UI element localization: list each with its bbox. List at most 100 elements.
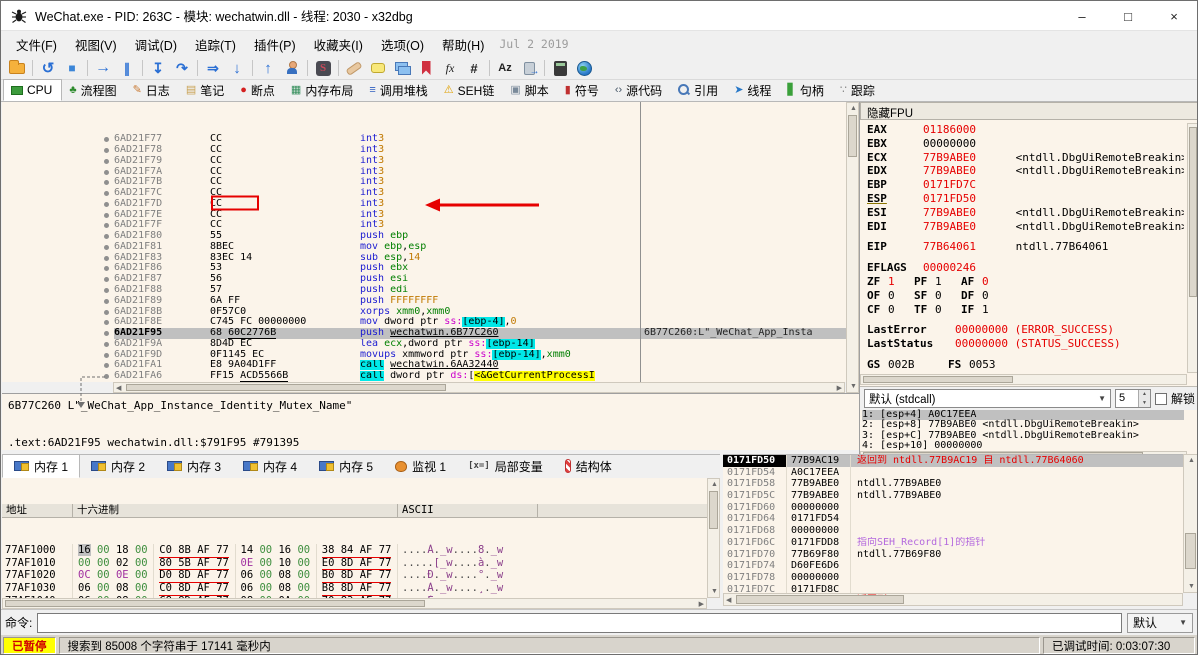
- run-icon[interactable]: →: [91, 58, 115, 79]
- comments-icon[interactable]: [366, 58, 390, 79]
- run-to-user-code-icon[interactable]: ↑: [256, 58, 280, 79]
- flag-GS[interactable]: GS 002B: [867, 358, 936, 372]
- memory-dump-pane[interactable]: 地址 十六进制 ASCII 77AF1000 16 00 18 00 C0 8B A…: [2, 478, 707, 601]
- flag-SF[interactable]: SF 0: [914, 289, 949, 303]
- register-row[interactable]: ESI 77B9ABE0 <ntdll.DbgUiRemoteBreakin>: [867, 206, 1184, 220]
- internet-icon[interactable]: [572, 58, 596, 79]
- flag-IF[interactable]: IF 1: [961, 303, 996, 317]
- registers-hscrollbar[interactable]: [860, 374, 1187, 385]
- dump-row[interactable]: 77AF1030 06 00 08 00 C0 8D AF 77 06 00 08 0…: [2, 582, 707, 597]
- flag-AF[interactable]: AF 0: [961, 275, 996, 289]
- tab-内存布局[interactable]: ▦ 内存布局: [284, 79, 362, 101]
- tab-内存 5[interactable]: 内存 5: [308, 454, 384, 478]
- tab-断点[interactable]: ● 断点: [233, 79, 284, 101]
- register-row[interactable]: EIP 77B64061 ntdll.77B64061: [867, 240, 1184, 254]
- disasm-vscrollbar[interactable]: ▲ ▼: [846, 102, 859, 393]
- labels-icon[interactable]: [390, 58, 414, 79]
- registers-vscrollbar[interactable]: [1187, 123, 1197, 373]
- tab-内存 2[interactable]: 内存 2: [80, 454, 156, 478]
- stop-icon[interactable]: ■: [60, 58, 84, 79]
- tab-脚本[interactable]: ▣ 脚本: [503, 79, 557, 101]
- tab-符号[interactable]: ▮ 符号: [558, 79, 608, 101]
- stack-row[interactable]: 0171FD74 D60FE6D6: [723, 560, 1183, 572]
- stack-row[interactable]: 0171FD54 A0C17EEA: [723, 466, 1183, 479]
- disasm-row[interactable]: 6AD21F79 CC int3: [2, 155, 846, 167]
- register-row[interactable]: ESP 0171FD50: [867, 192, 1184, 206]
- stack-row[interactable]: 0171FD68 00000000: [723, 525, 1183, 537]
- argument-row[interactable]: 2: [esp+8] 77B9ABE0 <ntdll.DbgUiRemoteBr…: [862, 419, 1184, 430]
- tab-内存 3[interactable]: 内存 3: [156, 454, 232, 478]
- stack-row[interactable]: 0171FD70 77B69F80 ntdll.77B69F80: [723, 548, 1183, 561]
- close-button[interactable]: ×: [1151, 1, 1197, 31]
- register-row[interactable]: EAX 01186000: [867, 123, 1184, 137]
- open-file-icon[interactable]: [5, 58, 29, 79]
- menu-item-4[interactable]: 插件(P): [245, 31, 305, 58]
- register-row[interactable]: EDI 77B9ABE0 <ntdll.DbgUiRemoteBreakin>: [867, 220, 1184, 234]
- restart-icon[interactable]: ↺: [36, 58, 60, 79]
- register-row[interactable]: EBP 0171FD7C: [867, 178, 1184, 192]
- stack-row[interactable]: 0171FD5C 77B9ABE0 ntdll.77B9ABE0: [723, 490, 1183, 502]
- tab-流程图[interactable]: ♣ 流程图: [62, 79, 125, 101]
- flag-PF[interactable]: PF 1: [914, 275, 949, 289]
- register-row[interactable]: ZF 1 PF 1 AF 0: [867, 275, 1184, 289]
- tab-日志[interactable]: ✎ 日志: [126, 79, 179, 101]
- tab-SEH链[interactable]: ⚠ SEH链: [437, 79, 504, 101]
- dump-vscrollbar[interactable]: ▲ ▼: [707, 478, 720, 598]
- disasm-hscrollbar[interactable]: ◀ ▶: [113, 382, 845, 393]
- step-into-user-icon[interactable]: [280, 58, 304, 79]
- tab-调用堆栈[interactable]: ≡ 调用堆栈: [362, 79, 436, 101]
- stack-row[interactable]: 0171FD6C 0171FDD8 指向SEH_Record[1]的指针: [723, 536, 1183, 549]
- maximize-button[interactable]: □: [1105, 1, 1151, 31]
- bookmarks-icon[interactable]: [414, 58, 438, 79]
- disassembly-pane[interactable]: 6AD21F77 CC int3 6AD21F78 CC int3 6AD21F79 CC in…: [2, 102, 846, 382]
- flag-OF[interactable]: OF 0: [867, 289, 902, 303]
- command-input[interactable]: [37, 612, 1122, 633]
- tab-监视 1[interactable]: 监视 1: [384, 454, 457, 478]
- stack-row[interactable]: 0171FD60 00000000: [723, 501, 1183, 514]
- stack-row[interactable]: 0171FD64 0171FD54: [723, 513, 1183, 526]
- flag-TF[interactable]: TF 0: [914, 303, 949, 317]
- tab-CPU[interactable]: CPU: [3, 79, 63, 101]
- stack-row[interactable]: 0171FD50 77B9AC19 返回到 ntdll.77B9AC19 自 ntd…: [723, 455, 1183, 467]
- register-row[interactable]: ECX 77B9ABE0 <ntdll.DbgUiRemoteBreakin>: [867, 151, 1184, 165]
- tab-内存 4[interactable]: 内存 4: [232, 454, 308, 478]
- tab-局部变量[interactable]: [x=] 局部变量: [457, 454, 554, 478]
- strings-icon[interactable]: S: [311, 58, 335, 79]
- tab-句柄[interactable]: ▋ 句柄: [780, 79, 832, 101]
- dump-row[interactable]: 77AF1010 00 00 02 00 80 5B AF 77 0E 00 10 0…: [2, 556, 707, 571]
- tab-内存 1[interactable]: 内存 1: [2, 454, 81, 478]
- argument-row[interactable]: 4: [esp+10] 00000000: [862, 440, 1184, 451]
- register-row[interactable]: LastError 00000000 (ERROR_SUCCESS): [867, 323, 1184, 337]
- step-out-icon[interactable]: ↓: [225, 58, 249, 79]
- tab-跟踪[interactable]: ∵ 跟踪: [833, 79, 884, 101]
- functions-icon[interactable]: fx: [438, 58, 462, 79]
- calculator-icon[interactable]: [548, 58, 572, 79]
- tab-源代码[interactable]: ‹› 源代码: [608, 79, 671, 101]
- title-bar[interactable]: WeChat.exe - PID: 263C - 模块: wechatwin.d…: [1, 1, 1197, 31]
- register-row[interactable]: EFLAGS 00000246: [867, 261, 1184, 275]
- tab-引用[interactable]: 引用: [671, 79, 727, 101]
- execute-till-return-icon[interactable]: ⇒: [201, 58, 225, 79]
- tab-笔记[interactable]: ▤ 笔记: [179, 79, 233, 101]
- register-row[interactable]: EBX 00000000: [867, 137, 1184, 151]
- assembler-icon[interactable]: Az: [493, 58, 517, 79]
- step-over-icon[interactable]: ↷: [170, 58, 194, 79]
- flag-ZF[interactable]: ZF 1: [867, 275, 902, 289]
- minimize-button[interactable]: –: [1059, 1, 1105, 31]
- stack-vscrollbar[interactable]: ▲ ▼: [1183, 454, 1197, 593]
- dump-row[interactable]: 77AF1000 16 00 18 00 C0 8B AF 77 14 00 16 0…: [2, 543, 707, 558]
- register-row[interactable]: CF 0 TF 0 IF 1: [867, 303, 1184, 317]
- tab-结构体[interactable]: 结构体: [554, 454, 623, 478]
- stack-row[interactable]: 0171FD58 77B9ABE0 ntdll.77B9ABE0: [723, 478, 1183, 491]
- register-list[interactable]: EAX 01186000 EBX 00000000 ECX 77B9ABE0 <ntdll…: [867, 123, 1184, 373]
- hash-icon[interactable]: #: [462, 58, 486, 79]
- register-row[interactable]: GS 002B FS 0053: [867, 358, 1184, 372]
- menu-item-3[interactable]: 追踪(T): [186, 31, 245, 58]
- dump-row[interactable]: 77AF1020 0C 00 0E 00 D0 8D AF 77 06 00 08 0…: [2, 569, 707, 584]
- unlock-checkbox[interactable]: [1154, 392, 1167, 405]
- calling-convention-select[interactable]: 默认 (stdcall) ▼: [864, 389, 1111, 408]
- attach-icon[interactable]: [517, 58, 541, 79]
- command-profile-select[interactable]: 默认 ▼: [1127, 612, 1193, 633]
- menu-item-5[interactable]: 收藏夹(I): [305, 31, 372, 58]
- flag-DF[interactable]: DF 0: [961, 289, 996, 303]
